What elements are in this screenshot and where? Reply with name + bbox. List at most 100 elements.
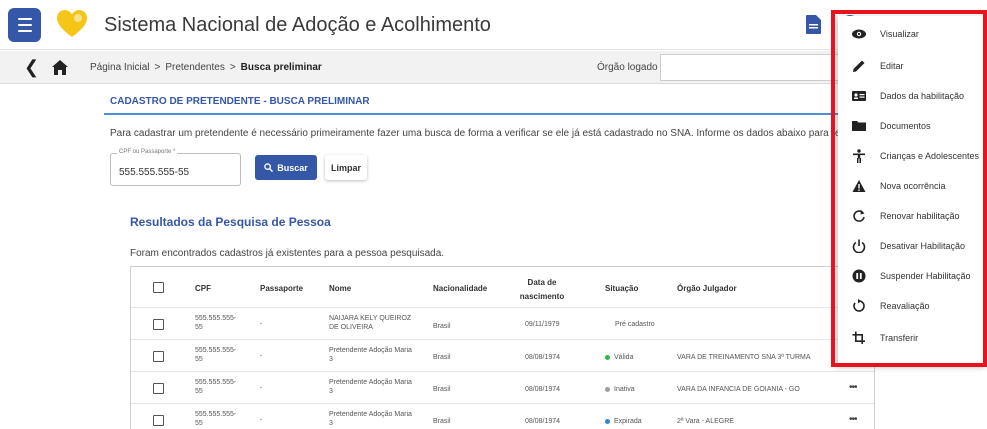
back-arrow-icon[interactable]: ❮ [24,58,39,76]
cpf-line2: 55 [195,388,203,395]
pencil-icon [853,60,865,72]
id-card-icon [852,91,866,101]
cpf-line1: 555.555.555- [195,411,237,418]
menu-item-label: Documentos [880,121,931,131]
rotate-icon [853,299,865,312]
header-nascimento-line1: Data de [527,278,557,287]
status-dot-gray [605,386,610,392]
cpf-line2: 55 [195,356,203,363]
header-nacionalidade: Nacionalidade [433,284,488,293]
header-orgao: Órgão Julgador [677,284,737,293]
menu-item-label: Visualizar [880,29,919,39]
orgao-logado-select[interactable] [660,54,860,81]
search-button[interactable]: Buscar [255,155,317,180]
home-icon[interactable] [52,60,68,75]
app-title: Sistema Nacional de Adoção e Acolhimento [104,14,491,36]
heart-logo-icon [57,10,87,37]
results-table: CPF Passaporte Nome Nacionalidade Data d… [130,266,875,429]
section-divider [104,113,874,115]
row-checkbox[interactable] [153,351,164,362]
cell-nascimento: 08/08/1974 [525,354,561,361]
cell-orgao: 2ª Vara - ALEGRE [677,418,734,425]
breadcrumb-pretendentes[interactable]: Pretendentes [165,62,225,73]
person-icon [853,149,865,163]
cell-situacao: Pré cadastro [615,320,655,329]
header-nascimento: Data de nascimento [517,278,567,301]
cell-situacao: Válida [605,353,633,362]
cpf-input[interactable] [119,167,234,178]
status-text: Pré cadastro [615,321,655,328]
warning-icon [852,180,866,192]
intro-text: Para cadastrar um pretendente é necessár… [110,128,840,139]
menu-item-nova-ocorrencia[interactable]: Nova ocorrência [838,171,987,201]
table-row[interactable]: 555.555.555- 55 - Pretendente Adoção Mari… [131,404,874,429]
search-button-label: Buscar [277,162,308,173]
menu-item-visualizar[interactable]: Visualizar [838,19,987,49]
cell-nome: NAIJARA KELY QUEIROZ DE OLIVEIRA [329,314,411,332]
row-checkbox[interactable] [153,319,164,330]
row-more-actions-button[interactable]: ••• [849,414,857,425]
nome-line2: 3 [329,356,333,363]
table-row[interactable]: 555.555.555- 55 - Pretendente Adoção Mari… [131,372,874,404]
row-more-actions-button[interactable]: ••• [849,382,857,393]
cell-nascimento: 08/08/1974 [525,386,561,393]
cpf-line2: 55 [195,420,203,427]
table-row[interactable]: 555.555.555- 55 - NAIJARA KELY QUEIROZ DE … [131,308,874,340]
menu-item-renovar-habilitacao[interactable]: Renovar habilitação [838,201,987,231]
document-icon[interactable] [806,15,821,34]
cell-nome: Pretendente Adoção Maria 3 [329,378,412,396]
cell-nacionalidade: Brasil [433,386,451,393]
cell-passaporte: - [260,385,263,392]
nome-line1: Pretendente Adoção Maria [329,379,412,386]
breadcrumb: Página Inicial > Pretendentes > Busca prelim… [90,62,322,73]
cell-orgao: VARA DA INFANCIA DE GOIANIA - GO [677,386,800,393]
menu-item-dados-habilitacao[interactable]: Dados da habilitação [838,81,987,111]
menu-item-transferir[interactable]: Transferir [838,323,987,353]
cell-nome: Pretendente Adoção Maria 3 [329,346,412,364]
search-icon [264,163,274,172]
eye-icon [852,29,866,39]
cpf-line2: 55 [195,324,203,331]
breadcrumb-home[interactable]: Página Inicial [90,62,149,73]
cell-passaporte: - [260,353,263,360]
breadcrumb-current: Busca preliminar [240,62,322,73]
breadcrumb-separator: > [229,62,236,73]
nome-line2: DE OLIVEIRA [329,324,373,331]
table-header-row: CPF Passaporte Nome Nacionalidade Data d… [131,267,874,308]
nome-line2: 3 [329,420,333,427]
row-checkbox[interactable] [153,415,164,426]
status-text: Inativa [614,386,635,393]
status-dot-blue [605,418,610,424]
menu-item-criancas-adolescentes[interactable]: Crianças e Adolescentes [838,141,987,171]
status-dot-green [605,354,610,360]
cell-nacionalidade: Brasil [433,354,451,361]
cell-cpf: 555.555.555- 55 [195,346,236,364]
nome-line1: Pretendente Adoção Maria [329,347,412,354]
results-subtitle: Foram encontrados cadastros já existente… [130,248,445,259]
cell-nacionalidade: Brasil [433,418,451,425]
clear-button[interactable]: Limpar [325,155,367,180]
nome-line2: 3 [329,388,333,395]
results-title: Resultados da Pesquisa de Pessoa [130,215,331,229]
transfer-icon [852,331,865,344]
row-actions-menu: Visualizar Editar Dados da habilitação D… [838,16,987,365]
menu-item-reavaliacao[interactable]: Reavaliação [838,291,987,321]
menu-item-editar[interactable]: Editar [838,51,987,81]
menu-item-desativar-habilitacao[interactable]: Desativar Habilitação [838,231,987,261]
cpf-line1: 555.555.555- [195,347,237,354]
select-all-checkbox[interactable] [153,282,164,293]
status-text: Válida [614,354,634,361]
menu-item-label: Transferir [880,333,919,343]
menu-item-label: Suspender Habilitação [880,271,971,281]
menu-item-documentos[interactable]: Documentos [838,111,987,141]
cell-orgao: VARA DE TREINAMENTO SNA 3ª TURMA [677,354,811,361]
power-icon [852,239,866,253]
menu-item-suspender-habilitacao[interactable]: Suspender Habilitação [838,261,987,291]
row-checkbox[interactable] [153,383,164,394]
menu-item-label: Crianças e Adolescentes [880,151,980,161]
hamburger-menu-button[interactable] [8,8,41,42]
table-row[interactable]: 555.555.555- 55 - Pretendente Adoção Mari… [131,340,874,372]
cell-cpf: 555.555.555- 55 [195,314,236,332]
cpf-passaporte-field[interactable]: CPF ou Passaporte * [110,149,241,186]
cell-cpf: 555.555.555- 55 [195,378,236,396]
